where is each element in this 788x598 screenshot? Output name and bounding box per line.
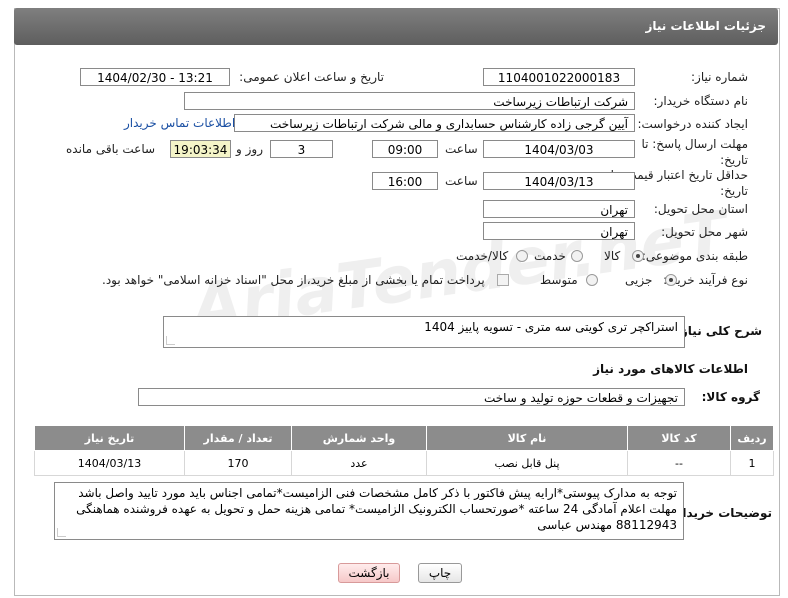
print-button[interactable]: چاپ (418, 563, 462, 583)
goods-section-title: اطلاعات کالاهای مورد نیاز (593, 362, 748, 376)
province-field[interactable]: تهران (483, 200, 635, 218)
cell-unit: عدد (291, 450, 427, 476)
province-label: استان محل تحویل: (653, 202, 748, 216)
category-radio-goods-service[interactable] (516, 250, 528, 262)
category-radio-goods[interactable] (632, 250, 644, 262)
cell-code: -- (627, 450, 731, 476)
reply-deadline-label: مهلت ارسال پاسخ: تا تاریخ: (641, 137, 748, 167)
col-qty: تعداد / مقدار (184, 425, 292, 451)
cell-qty: 170 (184, 450, 292, 476)
col-row: ردیف (730, 425, 774, 451)
announce-field[interactable]: 1404/02/30 - 13:21 (80, 68, 230, 86)
city-label: شهر محل تحویل: (661, 225, 748, 239)
buyer-notes-label: توضیحات خریدار: (670, 506, 772, 520)
category-label: طبقه بندی موضوعی: (641, 249, 748, 263)
page-header: جزئیات اطلاعات نیاز (14, 8, 778, 45)
buyer-org-field[interactable]: شرکت ارتباطات زیرساخت (184, 92, 635, 110)
summary-label: شرح کلی نیاز: (676, 324, 762, 338)
price-time-field[interactable]: 16:00 (372, 172, 438, 190)
summary-text: استراکچر تری کویتی سه متری - تسویه پاییز… (424, 320, 678, 334)
process-option-medium: متوسط (540, 273, 578, 287)
goods-group-label: گروه کالا: (701, 390, 760, 404)
col-code: کد کالا (627, 425, 731, 451)
buyer-org-label: نام دستگاه خریدار: (653, 94, 749, 108)
price-time-label: ساعت (445, 174, 478, 188)
category-option-service: خدمت (534, 249, 566, 263)
cell-name: پنل قابل نصب (426, 450, 628, 476)
goods-group-field[interactable]: تجهیزات و قطعات حوزه تولید و ساخت (138, 388, 685, 406)
requester-field[interactable]: آیین گرجی زاده کارشناس حسابداری و مالی ش… (234, 114, 635, 132)
reply-time-label: ساعت (445, 142, 478, 156)
reply-date-field[interactable]: 1404/03/03 (483, 140, 635, 158)
buyer-notes-textarea[interactable]: توجه به مدارک پیوستی*ارایه پیش فاکتور با… (54, 482, 684, 540)
col-date: تاریخ نیاز (34, 425, 185, 451)
page-title: جزئیات اطلاعات نیاز (645, 19, 766, 33)
cell-date: 1404/03/13 (34, 450, 185, 476)
contact-buyer-link[interactable]: اطلاعات تماس خریدار (124, 116, 235, 130)
announce-label: تاریخ و ساعت اعلان عمومی: (239, 70, 384, 84)
need-number-label: شماره نیاز: (691, 70, 748, 84)
need-number-field[interactable]: 1104001022000183 (483, 68, 635, 86)
category-radio-service[interactable] (571, 250, 583, 262)
summary-textarea[interactable]: استراکچر تری کویتی سه متری - تسویه پاییز… (163, 316, 685, 348)
process-option-minor: جزیی (625, 273, 653, 287)
city-field[interactable]: تهران (483, 222, 635, 240)
cell-row: 1 (730, 450, 774, 476)
col-name: نام کالا (426, 425, 628, 451)
table-row[interactable]: 1 -- پنل قابل نصب عدد 170 1404/03/13 (34, 450, 774, 476)
goods-table: ردیف کد کالا نام کالا واحد شمارش تعداد /… (34, 425, 774, 476)
back-button[interactable]: بازگشت (338, 563, 400, 583)
process-radio-minor[interactable] (665, 274, 677, 286)
days-label: روز و (236, 142, 263, 156)
treasury-payment-checkbox[interactable] (497, 274, 509, 286)
process-radio-medium[interactable] (586, 274, 598, 286)
remaining-label: ساعت باقی مانده (66, 142, 156, 156)
requester-label: ایجاد کننده درخواست: (637, 117, 748, 131)
treasury-payment-note: پرداخت تمام یا بخشی از مبلغ خرید،از محل … (102, 273, 485, 287)
table-header-row: ردیف کد کالا نام کالا واحد شمارش تعداد /… (34, 425, 774, 451)
category-option-goods: کالا (604, 249, 621, 263)
price-date-field[interactable]: 1404/03/13 (483, 172, 635, 190)
col-unit: واحد شمارش (291, 425, 427, 451)
buyer-notes-text: توجه به مدارک پیوستی*ارایه پیش فاکتور با… (76, 486, 677, 532)
resize-grip-icon[interactable] (166, 336, 175, 345)
reply-time-field[interactable]: 09:00 (372, 140, 438, 158)
remaining-time-field: 19:03:34 (170, 140, 231, 158)
resize-grip-icon[interactable] (57, 528, 66, 537)
category-option-goods-service: کالا/خدمت (456, 249, 509, 263)
days-field[interactable]: 3 (270, 140, 333, 158)
